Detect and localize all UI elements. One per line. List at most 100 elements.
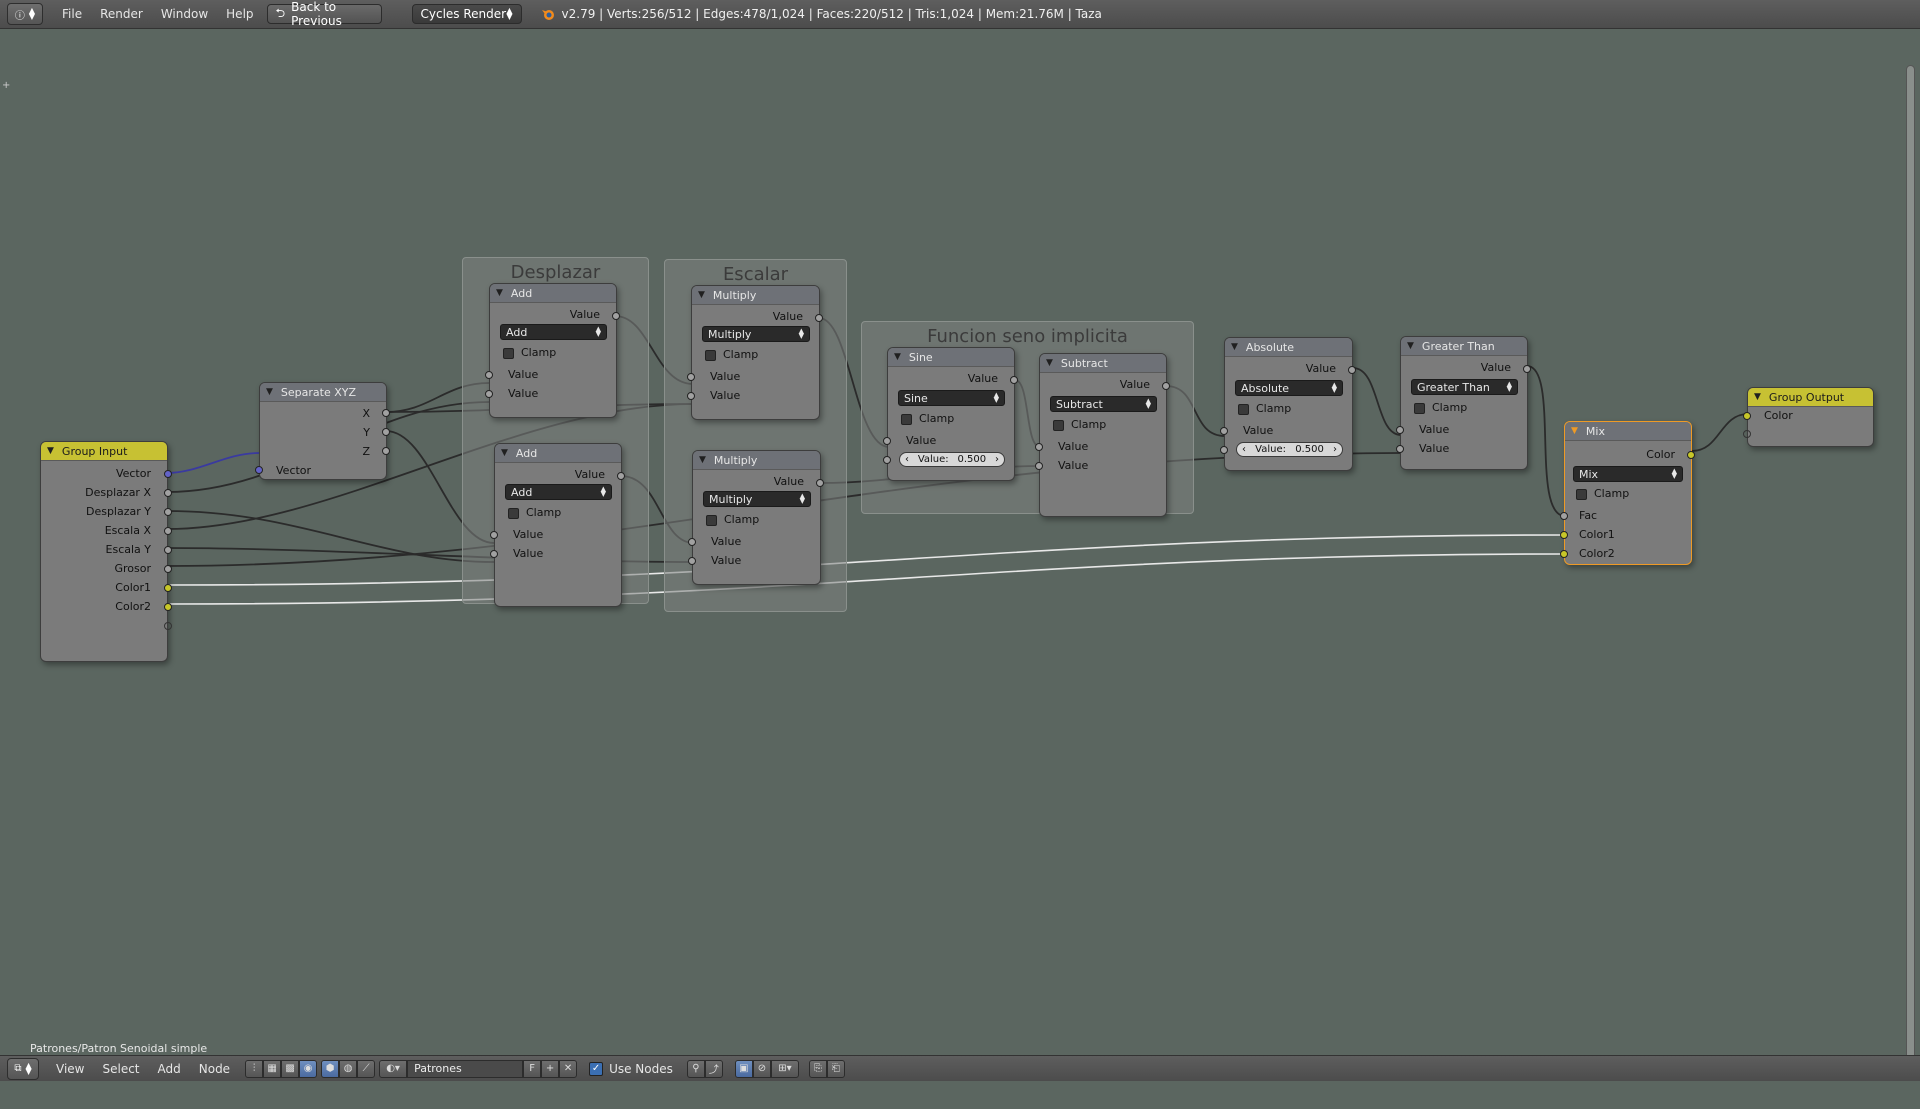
socket-vector-in[interactable] xyxy=(255,466,263,474)
socket-value-in-1[interactable] xyxy=(688,538,696,546)
copy-icon[interactable]: ⎘ xyxy=(808,1059,827,1078)
socket-color-out[interactable] xyxy=(1687,451,1695,459)
close-icon[interactable]: ✕ xyxy=(559,1059,578,1078)
chevron-right-icon[interactable]: › xyxy=(1333,444,1337,455)
socket-value-in-2[interactable] xyxy=(490,550,498,558)
socket-value-in-1[interactable] xyxy=(490,531,498,539)
socket-empty[interactable] xyxy=(164,622,172,630)
socket-value-out[interactable] xyxy=(1010,376,1018,384)
operation-select[interactable]: Absolute ▲ ▼ xyxy=(1235,380,1343,396)
texture-tree-icon[interactable]: ▩ xyxy=(281,1059,300,1078)
snap-element-icon[interactable]: ⊞▾ xyxy=(770,1059,799,1078)
socket-vector[interactable] xyxy=(164,470,172,478)
clamp-checkbox[interactable] xyxy=(706,515,717,526)
socket-value-in-2[interactable] xyxy=(1220,446,1228,454)
socket-value-in-1[interactable] xyxy=(1220,427,1228,435)
node-header[interactable]: ▼ Greater Than xyxy=(1401,337,1527,356)
chevron-right-icon[interactable]: › xyxy=(995,454,999,465)
operation-select[interactable]: Subtract ▲ ▼ xyxy=(1050,396,1157,412)
compositing-tree-icon[interactable]: ▦ xyxy=(263,1059,282,1078)
socket-value-in-1[interactable] xyxy=(1035,443,1043,451)
socket-value-in-2[interactable] xyxy=(1396,445,1404,453)
socket-value-out[interactable] xyxy=(612,312,620,320)
socket-color-in[interactable] xyxy=(1743,412,1751,420)
operation-select[interactable]: Multiply ▲ ▼ xyxy=(702,326,810,342)
socket-value-in-1[interactable] xyxy=(883,437,891,445)
clamp-checkbox[interactable] xyxy=(1238,404,1249,415)
clamp-checkbox[interactable] xyxy=(1053,420,1064,431)
socket-value-out[interactable] xyxy=(1348,366,1356,374)
socket-value-out[interactable] xyxy=(1162,382,1170,390)
socket-value-in-2[interactable] xyxy=(1035,462,1043,470)
clamp-checkbox[interactable] xyxy=(901,414,912,425)
collapse-triangle-icon[interactable]: ▼ xyxy=(47,446,54,456)
value-number-field[interactable]: ‹ Value: 0.500 › xyxy=(899,452,1005,467)
socket-value-in-1[interactable] xyxy=(485,371,493,379)
shader-sphere-icon[interactable]: ◉ xyxy=(299,1059,318,1078)
node-group-input[interactable]: ▼ Group Input Vector Desplazar X Desplaza… xyxy=(40,441,172,662)
collapse-triangle-icon[interactable]: ▼ xyxy=(1407,341,1414,351)
node-group-output[interactable]: ▼ Group Output Color xyxy=(1743,387,1874,447)
node-header[interactable]: ▼ Subtract xyxy=(1040,354,1166,373)
parent-node-icon[interactable]: ⤴ xyxy=(704,1059,723,1078)
node-separate-xyz[interactable]: ▼ Separate XYZ X Y Z Vector xyxy=(255,382,390,480)
node-multiply-1[interactable]: ▼ Multiply Value Multiply ▲ ▼ Clamp Value V… xyxy=(687,285,823,420)
clamp-checkbox[interactable] xyxy=(503,348,514,359)
socket-value-in-2[interactable] xyxy=(687,392,695,400)
node-add-1[interactable]: ▼ Add Value Add ▲ ▼ Clamp Value Value xyxy=(485,283,620,418)
socket-value-in-2[interactable] xyxy=(485,390,493,398)
socket-value-out[interactable] xyxy=(816,479,824,487)
collapse-triangle-icon[interactable]: ▼ xyxy=(1571,426,1578,436)
world-shader-icon[interactable]: ◍ xyxy=(339,1059,358,1078)
back-to-previous-button[interactable]: ⮌ Back to Previous xyxy=(266,0,382,28)
menu-view[interactable]: View xyxy=(47,1062,93,1076)
socket-desplazar-y[interactable] xyxy=(164,508,172,516)
socket-grosor[interactable] xyxy=(164,565,172,573)
collapse-triangle-icon[interactable]: ▼ xyxy=(1754,392,1761,402)
fake-user-button[interactable]: F xyxy=(523,1059,542,1078)
menu-add[interactable]: Add xyxy=(149,1062,190,1076)
operation-select[interactable]: Greater Than ▲ ▼ xyxy=(1411,379,1518,395)
node-header[interactable]: ▼ Add xyxy=(490,284,616,303)
menu-window[interactable]: Window xyxy=(152,7,217,21)
socket-z[interactable] xyxy=(382,447,390,455)
node-subtract[interactable]: ▼ Subtract Value Subtract ▲ ▼ Clamp Value V… xyxy=(1035,353,1170,517)
menu-select[interactable]: Select xyxy=(93,1062,148,1076)
node-header[interactable]: ▼ Multiply xyxy=(692,286,819,305)
linestyle-shader-icon[interactable]: ⟋ xyxy=(357,1059,376,1078)
node-header[interactable]: ▼ Group Input xyxy=(41,442,167,461)
socket-escala-y[interactable] xyxy=(164,546,172,554)
socket-color1[interactable] xyxy=(164,584,172,592)
socket-fac-in[interactable] xyxy=(1560,512,1568,520)
collapse-triangle-icon[interactable]: ▼ xyxy=(698,290,705,300)
add-material-icon[interactable]: + xyxy=(541,1059,560,1078)
node-header[interactable]: ▼ Add xyxy=(495,444,621,463)
socket-color1-in[interactable] xyxy=(1560,531,1568,539)
editor-type-selector[interactable]: ⧉ ▲ ▼ xyxy=(7,1057,39,1080)
blend-type-select[interactable]: Mix ▲ ▼ xyxy=(1573,466,1683,482)
collapse-triangle-icon[interactable]: ▼ xyxy=(496,288,503,298)
menu-help[interactable]: Help xyxy=(217,7,262,21)
clamp-checkbox[interactable] xyxy=(705,350,716,361)
object-shader-icon[interactable]: ⬢ xyxy=(321,1059,340,1078)
operation-select[interactable]: Sine ▲ ▼ xyxy=(898,390,1005,406)
chevron-left-icon[interactable]: ‹ xyxy=(1242,444,1246,455)
socket-value-out[interactable] xyxy=(1523,365,1531,373)
node-header[interactable]: ▼ Mix xyxy=(1565,422,1691,441)
vertical-scrollbar[interactable] xyxy=(1906,65,1915,1060)
socket-y[interactable] xyxy=(382,428,390,436)
operation-select[interactable]: Add ▲ ▼ xyxy=(505,484,612,500)
socket-value-out[interactable] xyxy=(815,314,823,322)
node-mix[interactable]: ▼ Mix Color Mix ▲ ▼ Clamp Fac Color1 Color2 xyxy=(1560,421,1695,565)
node-multiply-2[interactable]: ▼ Multiply Value Multiply ▲ ▼ Clamp Value V… xyxy=(688,450,824,585)
material-browse-icon[interactable]: ◐▾ xyxy=(379,1059,408,1078)
use-nodes-toggle[interactable]: ✓ Use Nodes xyxy=(589,1061,673,1076)
collapse-triangle-icon[interactable]: ▼ xyxy=(1231,342,1238,352)
render-engine-select[interactable]: Cycles Render ▲ ▼ xyxy=(411,4,522,24)
node-header[interactable]: ▼ Multiply xyxy=(693,451,820,470)
collapse-triangle-icon[interactable]: ▼ xyxy=(894,352,901,362)
snap-icon[interactable]: ⊘ xyxy=(752,1059,771,1078)
socket-color2-in[interactable] xyxy=(1560,550,1568,558)
node-header[interactable]: ▼ Sine xyxy=(888,348,1014,367)
socket-x[interactable] xyxy=(382,409,390,417)
